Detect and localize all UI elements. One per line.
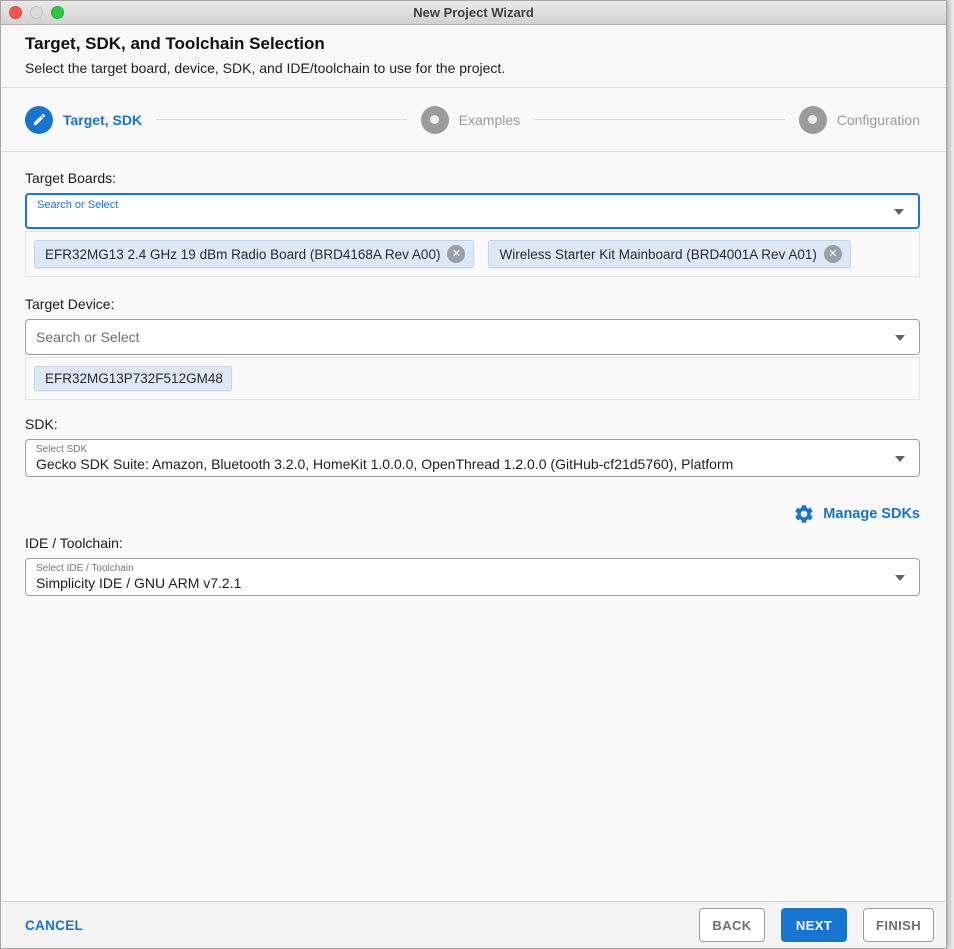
sdk-select-value: Gecko SDK Suite: Amazon, Bluetooth 3.2.0…	[36, 456, 734, 472]
wizard-footer: CANCEL BACK NEXT FINISH	[1, 901, 946, 948]
device-chip: EFR32MG13P732F512GM48	[34, 366, 232, 391]
step-label: Examples	[458, 111, 521, 128]
stepper-connector	[534, 119, 785, 120]
ide-select-value: Simplicity IDE / GNU ARM v7.2.1	[36, 575, 242, 591]
ide-toolchain-label: IDE / Toolchain:	[25, 535, 123, 551]
close-window-icon[interactable]	[9, 6, 22, 19]
finish-button[interactable]: FINISH	[862, 908, 934, 942]
dot-icon	[420, 105, 449, 134]
wizard-header: Target, SDK, and Toolchain Selection Sel…	[1, 25, 946, 88]
remove-chip-icon[interactable]: ✕	[447, 245, 466, 263]
chevron-down-icon[interactable]	[895, 575, 905, 581]
window-title: New Project Wizard	[413, 5, 534, 20]
dot-icon	[798, 105, 827, 134]
next-button[interactable]: NEXT	[780, 908, 847, 942]
step-configuration[interactable]: Configuration	[798, 105, 920, 134]
target-boards-combobox[interactable]: Search or Select	[25, 193, 920, 229]
manage-sdks-label: Manage SDKs	[823, 506, 920, 522]
board-chip: EFR32MG13 2.4 GHz 19 dBm Radio Board (BR…	[34, 240, 475, 268]
ide-toolchain-select[interactable]: Select IDE / Toolchain Simplicity IDE / …	[25, 558, 920, 596]
target-boards-placeholder: Search or Select	[37, 199, 119, 211]
board-chip: Wireless Starter Kit Mainboard (BRD4001A…	[488, 240, 851, 268]
target-device-placeholder: Search or Select	[36, 329, 140, 345]
step-label: Target, SDK	[63, 111, 143, 128]
chevron-down-icon[interactable]	[895, 456, 905, 462]
zoom-window-icon[interactable]	[51, 6, 64, 19]
target-device-label: Target Device:	[25, 296, 115, 312]
new-project-wizard-window: New Project Wizard Target, SDK, and Tool…	[0, 0, 947, 949]
chip-label: EFR32MG13 2.4 GHz 19 dBm Radio Board (BR…	[45, 246, 441, 262]
minimize-window-icon	[30, 6, 43, 19]
sdk-select[interactable]: Select SDK Gecko SDK Suite: Amazon, Blue…	[25, 439, 920, 477]
chip-label: Wireless Starter Kit Mainboard (BRD4001A…	[499, 246, 817, 262]
target-boards-chipbar: EFR32MG13 2.4 GHz 19 dBm Radio Board (BR…	[25, 231, 920, 277]
cancel-button[interactable]: CANCEL	[25, 918, 83, 933]
wizard-stepper: Target, SDK Examples Configuration	[1, 88, 946, 152]
back-button[interactable]: BACK	[698, 908, 765, 942]
target-device-chipbar: EFR32MG13P732F512GM48	[25, 357, 920, 400]
manage-sdks-button[interactable]: Manage SDKs	[25, 503, 920, 525]
titlebar: New Project Wizard	[1, 1, 946, 25]
gear-icon	[793, 503, 815, 525]
step-label: Configuration	[836, 111, 920, 128]
page-title: Target, SDK, and Toolchain Selection	[25, 34, 325, 53]
target-device-combobox[interactable]: Search or Select	[25, 319, 920, 355]
stepper-connector	[156, 119, 407, 120]
chip-label: EFR32MG13P732F512GM48	[45, 371, 223, 386]
sdk-label: SDK:	[25, 416, 58, 432]
ide-select-label: Select IDE / Toolchain	[36, 563, 134, 574]
chevron-down-icon[interactable]	[895, 335, 905, 341]
remove-chip-icon[interactable]: ✕	[823, 245, 842, 263]
step-examples[interactable]: Examples	[420, 105, 521, 134]
wizard-content: Target Boards: Search or Select EFR32MG1…	[1, 152, 946, 901]
page-subtitle: Select the target board, device, SDK, an…	[25, 60, 506, 76]
chevron-down-icon[interactable]	[894, 209, 904, 215]
target-boards-label: Target Boards:	[25, 170, 117, 186]
step-target-sdk[interactable]: Target, SDK	[25, 105, 143, 134]
pencil-icon	[25, 105, 53, 134]
sdk-select-label: Select SDK	[36, 444, 88, 455]
